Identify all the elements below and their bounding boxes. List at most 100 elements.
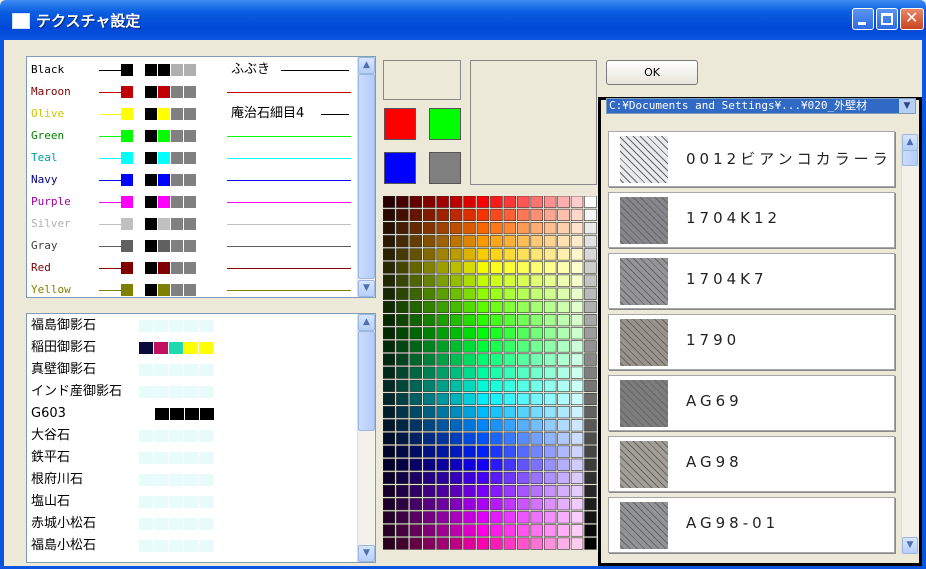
palette-cell[interactable] — [557, 261, 570, 274]
palette-cell[interactable] — [463, 471, 476, 484]
palette-cell[interactable] — [396, 379, 409, 392]
palette-cell[interactable] — [570, 458, 584, 471]
palette-cell[interactable] — [543, 537, 557, 550]
palette-cell[interactable] — [490, 471, 503, 484]
palette-cell[interactable] — [476, 432, 490, 445]
palette-cell[interactable] — [543, 300, 557, 314]
palette-cell[interactable] — [396, 458, 409, 471]
palette-cell[interactable] — [584, 484, 597, 498]
palette-cell[interactable] — [476, 392, 490, 406]
palette-cell[interactable] — [409, 406, 423, 419]
palette-cell[interactable] — [530, 235, 543, 248]
palette-cell[interactable] — [409, 353, 423, 366]
palette-cell[interactable] — [490, 524, 503, 537]
palette-cell[interactable] — [530, 221, 543, 235]
palette-cell[interactable] — [584, 432, 597, 445]
palette-cell[interactable] — [463, 524, 476, 537]
scroll-thumb[interactable] — [902, 150, 918, 166]
palette-cell[interactable] — [543, 379, 557, 392]
palette-cell[interactable] — [557, 196, 570, 208]
palette-cell[interactable] — [530, 406, 543, 419]
palette-cell[interactable] — [517, 327, 530, 340]
palette-cell[interactable] — [570, 537, 584, 550]
palette-cell[interactable] — [383, 248, 396, 261]
palette-cell[interactable] — [396, 340, 409, 353]
palette-cell[interactable] — [584, 419, 597, 432]
palette-cell[interactable] — [570, 379, 584, 392]
color-swatch-button[interactable] — [429, 152, 461, 184]
palette-cell[interactable] — [449, 484, 463, 498]
palette-cell[interactable] — [383, 524, 396, 537]
palette-cell[interactable] — [423, 235, 436, 248]
palette-cell[interactable] — [543, 235, 557, 248]
palette-cell[interactable] — [584, 445, 597, 458]
palette-cell[interactable] — [517, 406, 530, 419]
palette-cell[interactable] — [543, 196, 557, 208]
stone-row[interactable]: G603 — [31, 403, 351, 425]
palette-cell[interactable] — [449, 287, 463, 300]
palette-cell[interactable] — [557, 300, 570, 314]
minimize-button[interactable] — [852, 8, 874, 30]
palette-cell[interactable] — [396, 314, 409, 327]
palette-cell[interactable] — [584, 406, 597, 419]
palette-cell[interactable] — [476, 314, 490, 327]
palette-cell[interactable] — [490, 419, 503, 432]
palette-cell[interactable] — [570, 314, 584, 327]
palette-cell[interactable] — [503, 537, 517, 550]
color-row[interactable]: Maroon — [31, 81, 351, 103]
palette-cell[interactable] — [503, 208, 517, 221]
palette-cell[interactable] — [476, 524, 490, 537]
palette-cell[interactable] — [557, 524, 570, 537]
palette-cell[interactable] — [584, 314, 597, 327]
palette-cell[interactable] — [557, 221, 570, 235]
palette-cell[interactable] — [557, 235, 570, 248]
palette-cell[interactable] — [517, 445, 530, 458]
texture-list-scrollbar[interactable]: ▲ ▼ — [901, 134, 918, 554]
palette-cell[interactable] — [449, 340, 463, 353]
palette-cell[interactable] — [570, 274, 584, 287]
palette-cell[interactable] — [449, 471, 463, 484]
palette-cell[interactable] — [396, 274, 409, 287]
texture-item[interactable]: AG98 — [608, 436, 895, 492]
palette-cell[interactable] — [463, 274, 476, 287]
palette-cell[interactable] — [463, 287, 476, 300]
stone-list-scrollbar[interactable]: ▲ ▼ — [357, 314, 375, 562]
palette-cell[interactable] — [463, 498, 476, 511]
color-row[interactable]: Yellow — [31, 279, 351, 297]
scroll-thumb[interactable] — [358, 331, 375, 431]
palette-cell[interactable] — [449, 366, 463, 379]
texture-item[interactable]: AG98-01 — [608, 497, 895, 553]
palette-cell[interactable] — [396, 287, 409, 300]
palette-cell[interactable] — [517, 379, 530, 392]
palette-cell[interactable] — [570, 511, 584, 524]
palette-cell[interactable] — [543, 484, 557, 498]
palette-cell[interactable] — [584, 221, 597, 235]
palette-cell[interactable] — [503, 498, 517, 511]
palette-cell[interactable] — [383, 511, 396, 524]
stone-list[interactable]: 福島御影石 稲田御影石 真壁御影石 インド産御影石 G603 大谷石 鉄平石 根府川石 塩山石赤… — [26, 313, 376, 563]
palette-cell[interactable] — [423, 353, 436, 366]
palette-cell[interactable] — [463, 300, 476, 314]
palette-cell[interactable] — [463, 221, 476, 235]
palette-cell[interactable] — [396, 537, 409, 550]
palette-cell[interactable] — [409, 392, 423, 406]
palette-cell[interactable] — [409, 458, 423, 471]
palette-cell[interactable] — [436, 458, 449, 471]
palette-cell[interactable] — [423, 471, 436, 484]
palette-cell[interactable] — [436, 471, 449, 484]
palette-cell[interactable] — [449, 445, 463, 458]
color-row[interactable]: Red — [31, 257, 351, 279]
palette-cell[interactable] — [476, 511, 490, 524]
palette-cell[interactable] — [476, 353, 490, 366]
palette-cell[interactable] — [383, 379, 396, 392]
color-row[interactable]: Teal — [31, 147, 351, 169]
palette-cell[interactable] — [570, 392, 584, 406]
palette-cell[interactable] — [557, 458, 570, 471]
palette-cell[interactable] — [530, 432, 543, 445]
palette-cell[interactable] — [517, 366, 530, 379]
palette-cell[interactable] — [517, 471, 530, 484]
palette-cell[interactable] — [584, 196, 597, 208]
palette-cell[interactable] — [570, 235, 584, 248]
palette-cell[interactable] — [584, 537, 597, 550]
palette-cell[interactable] — [557, 379, 570, 392]
